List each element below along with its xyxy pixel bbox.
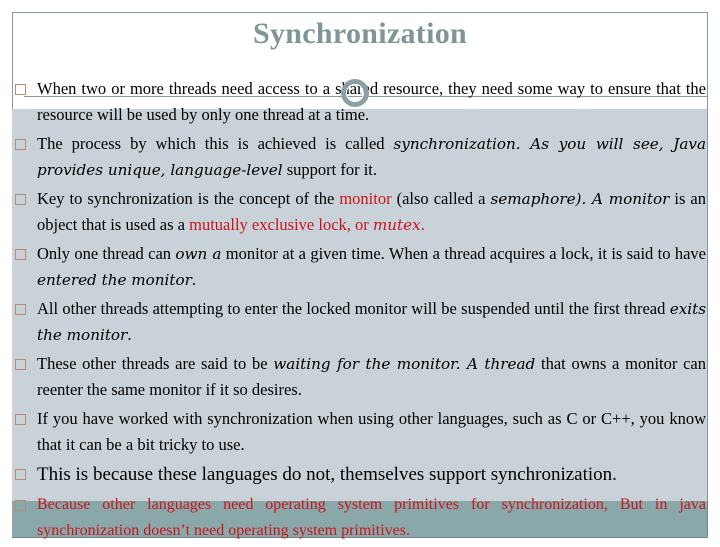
bullet-item: The process by which this is achieved is… [12,131,708,183]
ring-decoration-icon [341,79,369,107]
bullet-item: Only one thread can own a monitor at a g… [12,241,708,293]
bullet-item: All other threads attempting to enter th… [12,296,708,348]
bullet-text: Key to synchronization is the concept of… [37,189,340,208]
bullet-text: (also called a [391,189,491,208]
bullet-text: . [127,325,132,344]
italic-text: waiting for the monitor. A thread [273,355,536,373]
highlight-text: . [420,215,425,234]
bullet-list: When two or more threads need access to … [12,76,708,547]
bullet-text: monitor at a given time. When a thread a… [221,244,706,263]
bullet-text: . [191,270,197,289]
slide-title: Synchronization [253,17,467,50]
bullet-item: Key to synchronization is the concept of… [12,186,708,238]
square-bullet-icon [15,304,26,315]
italic-text: own a [175,245,222,263]
bullet-text: Only one thread can [37,244,176,263]
italic-text: semaphore). A monitor [490,190,670,208]
bullet-item: This is because these languages do not, … [12,461,708,489]
bullet-item-highlight: Because other languages need operating s… [12,492,708,544]
square-bullet-icon [15,500,26,511]
square-bullet-icon [15,139,26,150]
bullet-item: These other threads are said to be waiti… [12,351,708,403]
bullet-text: This is because these languages do not, … [37,464,617,485]
square-bullet-icon [15,249,26,260]
bullet-text: The process by which this is achieved is… [37,134,394,153]
bullet-text: When two or more threads need access to … [37,79,706,124]
highlight-text: mutually exclusive lock, or [189,215,373,234]
square-bullet-icon [15,359,26,370]
highlight-italic-text: mutex [372,216,421,234]
bullet-item: If you have worked with synchronization … [12,406,708,458]
bullet-text: These other threads are said to be [37,354,274,373]
italic-text: entered the monitor [37,271,192,289]
square-bullet-icon [15,84,26,95]
bullet-text: If you have worked with synchronization … [37,409,706,454]
bullet-text: All other threads attempting to enter th… [37,299,670,318]
square-bullet-icon [15,469,26,480]
square-bullet-icon [15,194,26,205]
bullet-text: support for it. [282,160,377,179]
highlight-text: monitor [339,189,392,208]
square-bullet-icon [15,414,26,425]
bullet-text: Because other languages need operating s… [37,496,706,539]
